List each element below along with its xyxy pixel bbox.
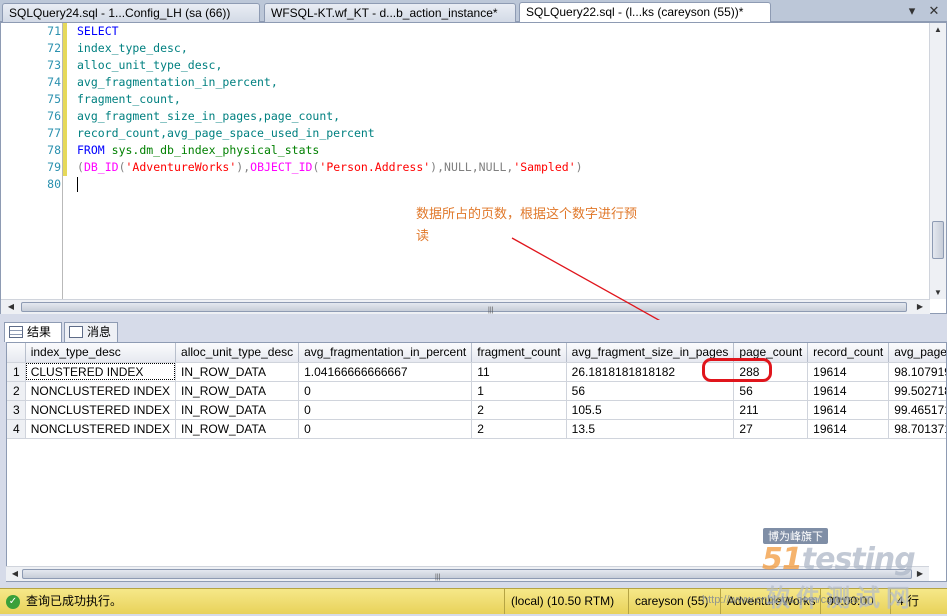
table-row[interactable]: 2 NONCLUSTERED INDEX IN_ROW_DATA 0 1 56 56 1961…	[7, 381, 946, 401]
tab-results[interactable]: 结果	[4, 322, 62, 342]
column-header[interactable]: avg_page_space	[888, 343, 946, 363]
row-number[interactable]: 4	[7, 419, 26, 439]
status-time: 00:00:00	[820, 589, 890, 614]
status-message: 查询已成功执行。	[26, 594, 123, 608]
status-server: (local) (10.50 RTM)	[504, 589, 628, 614]
table-cell[interactable]: 0	[298, 419, 473, 439]
table-cell[interactable]: IN_ROW_DATA	[175, 381, 300, 401]
scroll-right-icon[interactable]: ▶	[912, 569, 928, 578]
table-cell[interactable]: 0	[298, 400, 473, 420]
tab-results-label: 结果	[27, 325, 52, 339]
column-header[interactable]: alloc_unit_type_desc	[175, 343, 300, 363]
results-horizontal-scrollbar[interactable]: ◀ ||| ▶	[6, 566, 929, 581]
table-row[interactable]: 3 NONCLUSTERED INDEX IN_ROW_DATA 0 2 105.5 211…	[7, 400, 946, 420]
table-cell[interactable]: IN_ROW_DATA	[175, 419, 300, 439]
table-cell[interactable]: 1.04166666666667	[298, 362, 473, 382]
column-header[interactable]: record_count	[807, 343, 890, 363]
status-database: AdventureWorks	[720, 589, 820, 614]
table-cell[interactable]: 19614	[807, 381, 890, 401]
grid-icon	[9, 326, 23, 338]
table-cell[interactable]: 211	[733, 400, 809, 420]
status-user: careyson (55)	[628, 589, 720, 614]
tab-messages[interactable]: 消息	[64, 322, 118, 342]
highlight-circle	[702, 358, 772, 382]
table-cell[interactable]: NONCLUSTERED INDEX	[25, 381, 177, 401]
scroll-thumb[interactable]: |||	[22, 569, 912, 581]
column-header[interactable]	[7, 343, 26, 363]
table-cell[interactable]: 56	[733, 381, 809, 401]
status-bar: ✓ 查询已成功执行。 (local) (10.50 RTM) careyson …	[0, 588, 947, 614]
column-header[interactable]: avg_fragmentation_in_percent	[298, 343, 473, 363]
table-cell[interactable]: 56	[566, 381, 735, 401]
table-row[interactable]: 1 CLUSTERED INDEX IN_ROW_DATA 1.04166666666…	[7, 362, 946, 382]
table-cell[interactable]: 99.50271806276	[888, 381, 946, 401]
table-cell[interactable]: 19614	[807, 400, 890, 420]
table-cell[interactable]: 99.46517173214	[888, 400, 946, 420]
table-cell[interactable]: 105.5	[566, 400, 735, 420]
table-cell[interactable]: 2	[471, 419, 567, 439]
success-check-icon: ✓	[6, 595, 20, 609]
table-cell[interactable]: 1	[471, 381, 567, 401]
message-icon	[69, 326, 83, 338]
row-number[interactable]: 2	[7, 381, 26, 401]
table-cell[interactable]: CLUSTERED INDEX	[25, 362, 177, 382]
column-header[interactable]: fragment_count	[471, 343, 567, 363]
table-cell[interactable]: 0	[298, 381, 473, 401]
table-cell[interactable]: NONCLUSTERED INDEX	[25, 419, 177, 439]
table-cell[interactable]: IN_ROW_DATA	[175, 400, 300, 420]
table-cell[interactable]: NONCLUSTERED INDEX	[25, 400, 177, 420]
column-header[interactable]: index_type_desc	[25, 343, 177, 363]
table-cell[interactable]: IN_ROW_DATA	[175, 362, 300, 382]
table-cell[interactable]: 19614	[807, 362, 890, 382]
table-cell[interactable]: 98.70137138621	[888, 419, 946, 439]
table-cell[interactable]: 19614	[807, 419, 890, 439]
table-cell[interactable]: 11	[471, 362, 567, 382]
table-cell[interactable]: 2	[471, 400, 567, 420]
tab-messages-label: 消息	[87, 325, 112, 339]
results-grid[interactable]: index_type_desc alloc_unit_type_desc avg_f…	[6, 342, 947, 582]
row-number[interactable]: 1	[7, 362, 26, 382]
table-cell[interactable]: 27	[733, 419, 809, 439]
status-rows: 4 行	[890, 589, 947, 614]
table-cell[interactable]: 98.10791944650	[888, 362, 946, 382]
scroll-left-icon[interactable]: ◀	[7, 569, 23, 578]
table-row[interactable]: 4 NONCLUSTERED INDEX IN_ROW_DATA 0 2 13.5 27 19…	[7, 419, 946, 439]
results-tab-bar: 结果 消息	[0, 320, 947, 342]
table-cell[interactable]: 13.5	[566, 419, 735, 439]
row-number[interactable]: 3	[7, 400, 26, 420]
